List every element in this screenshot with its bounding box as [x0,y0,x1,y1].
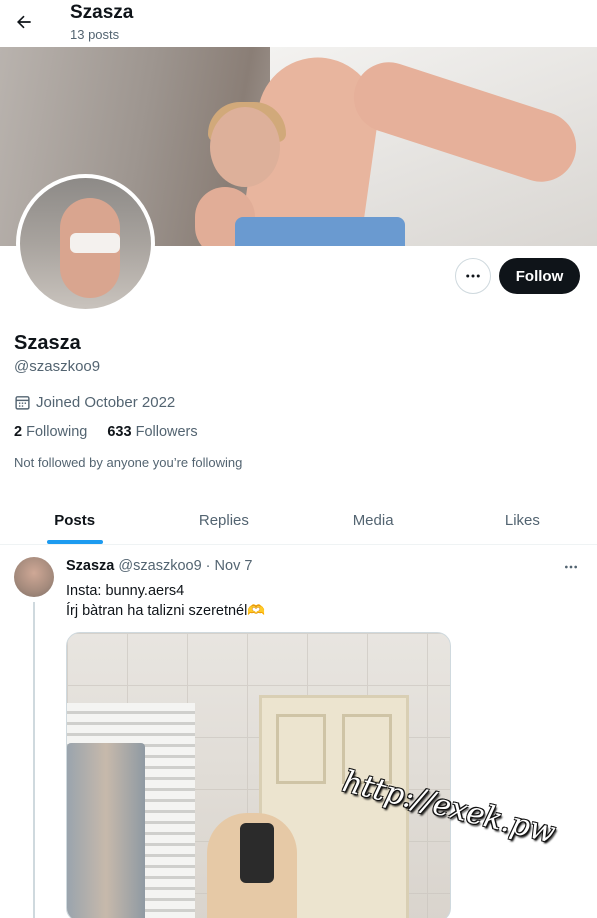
ellipsis-icon [466,274,480,278]
joined-text: Joined October 2022 [36,394,176,411]
post-text: Insta: bunny.aers4 Írj bàtran ha talizni… [66,581,265,621]
post-item[interactable]: Szasza @szaszkoo9 · Nov 7 Insta: bunny.a… [0,546,597,918]
top-bar: Szasza 13 posts [0,0,597,47]
arrow-left-icon [17,15,31,29]
thread-line [33,602,35,918]
post-date[interactable]: Nov 7 [215,558,253,574]
not-followed-notice: Not followed by anyone you’re following [14,455,243,470]
header-post-count: 13 posts [70,27,120,42]
post-author-avatar[interactable] [14,557,54,597]
post-more-button[interactable] [560,556,582,578]
banner-cloth [235,217,405,246]
door-panel-left [276,714,326,784]
header-title: Szasza [70,2,134,23]
post-text-line-1: Insta: bunny.aers4 [66,583,185,599]
followers-count: 633 [107,424,132,440]
tab-media[interactable]: Media [299,497,448,544]
post-separator: · [205,558,211,574]
profile-handle: @szaszkoo9 [14,358,101,375]
profile-name: Szasza [14,332,81,354]
followers-label: Followers [135,424,198,440]
tab-likes[interactable]: Likes [448,497,597,544]
post-author-handle[interactable]: @szaszkoo9 [118,558,201,574]
followers-link[interactable]: 633 Followers [107,424,197,440]
tab-replies[interactable]: Replies [149,497,298,544]
post-author-name[interactable]: Szasza [66,558,114,574]
following-count: 2 [14,424,23,440]
profile-tabs: Posts Replies Media Likes [0,497,597,545]
banner-head [210,107,280,187]
tab-posts[interactable]: Posts [0,497,149,544]
following-label: Following [26,424,88,440]
profile-avatar[interactable] [16,174,155,313]
post-text-line-2: Írj bàtran ha talizni szeretnél🫶 [66,603,266,619]
follow-button[interactable]: Follow [499,258,580,294]
ellipsis-icon [565,565,577,569]
post-header: Szasza @szaszkoo9 · Nov 7 [66,558,252,574]
back-button[interactable] [8,6,40,38]
more-options-button[interactable] [455,258,491,294]
joined-date: Joined October 2022 [14,394,175,411]
media-phone [240,823,274,883]
avatar-clothing [70,233,120,253]
calendar-icon [14,394,31,411]
follow-stats: 2 Following 633 Followers [14,424,198,440]
media-towel [67,743,145,918]
following-link[interactable]: 2 Following [14,424,87,440]
